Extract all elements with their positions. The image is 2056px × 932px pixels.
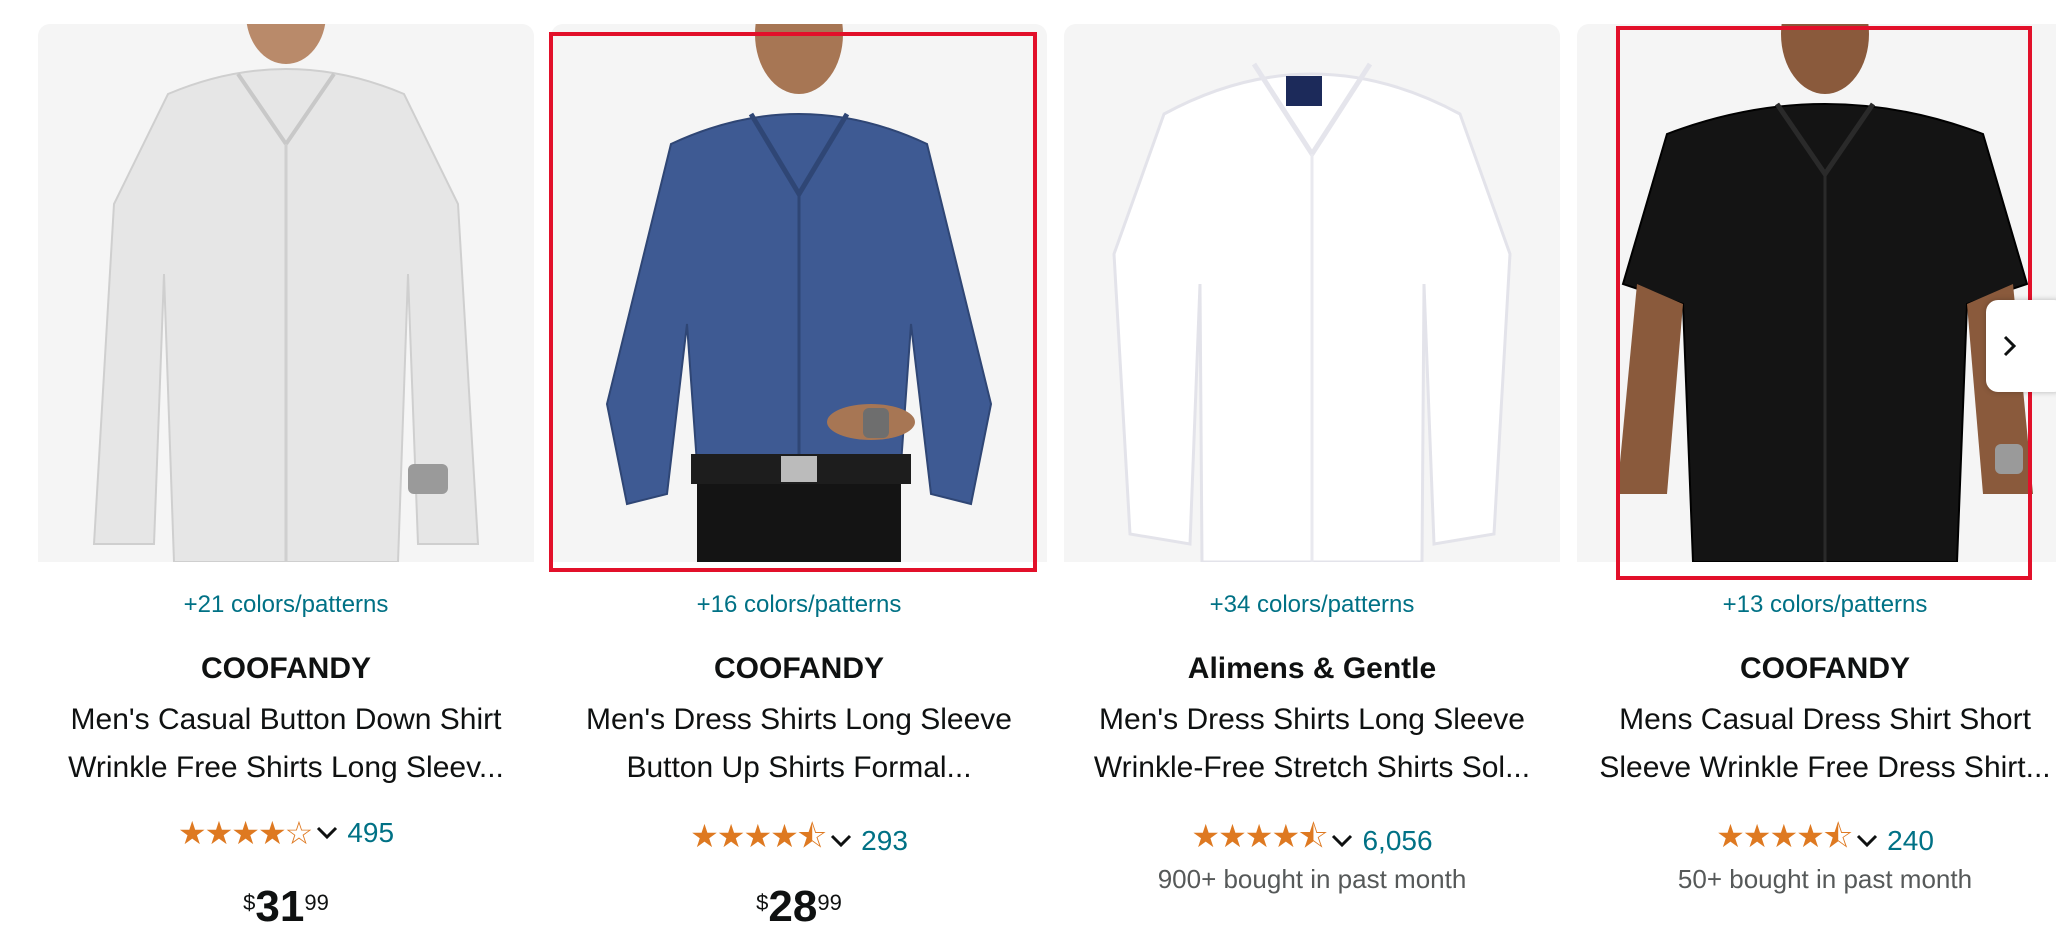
product-title-line: Sleeve Wrinkle Free Dress Shirt... bbox=[1599, 751, 2051, 784]
price-symbol: $ bbox=[243, 890, 256, 915]
star-rating[interactable]: ★★★★⯪ bbox=[1716, 814, 1853, 868]
product-card[interactable]: +13 colors/patterns COOFANDY Mens Casual… bbox=[1577, 24, 2056, 904]
product-image[interactable] bbox=[1577, 24, 2056, 562]
rating-row: ★★★★☆ 495 bbox=[38, 814, 534, 852]
price-fraction: 99 bbox=[817, 890, 842, 915]
product-image[interactable] bbox=[551, 24, 1047, 562]
product-title-line: Men's Dress Shirts Long Sleeve bbox=[586, 703, 1012, 736]
review-count-link[interactable]: 293 bbox=[861, 825, 908, 857]
star-rating[interactable]: ★★★★☆ bbox=[178, 814, 313, 852]
review-count-link[interactable]: 240 bbox=[1887, 825, 1934, 857]
product-title-line: Wrinkle-Free Stretch Shirts Sol... bbox=[1093, 751, 1531, 784]
price-whole: 28 bbox=[768, 882, 818, 931]
brand-name: COOFANDY bbox=[200, 652, 371, 685]
product-title-line: Button Up Shirts Formal... bbox=[626, 751, 972, 784]
product-image[interactable] bbox=[1064, 24, 1560, 562]
star-rating[interactable]: ★★★★⯪ bbox=[690, 814, 827, 868]
rating-row: ★★★★⯪ 240 bbox=[1577, 814, 2056, 868]
color-options-link[interactable]: +13 colors/patterns bbox=[1577, 591, 2056, 619]
product-title-line: Wrinkle Free Shirts Long Sleev... bbox=[68, 751, 504, 784]
product-title-line: Men's Dress Shirts Long Sleeve bbox=[1099, 703, 1525, 736]
color-options-link[interactable]: +16 colors/patterns bbox=[551, 591, 1047, 619]
chevron-down-icon[interactable] bbox=[1330, 833, 1354, 849]
price: $3199 bbox=[38, 882, 534, 932]
bought-in-past-month: 50+ bought in past month bbox=[1677, 864, 1973, 894]
price: $2899 bbox=[551, 882, 1047, 932]
product-card[interactable]: +21 colors/patterns COOFANDY Men's Casua… bbox=[38, 24, 534, 931]
product-title[interactable]: Men's Dress Shirts Long Sleeve Button Up… bbox=[561, 696, 1037, 792]
product-title[interactable]: Mens Casual Dress Shirt Short Sleeve Wri… bbox=[1587, 696, 2056, 792]
chevron-down-icon[interactable] bbox=[315, 825, 339, 841]
chevron-right-icon bbox=[2003, 335, 2017, 357]
review-count-link[interactable]: 495 bbox=[347, 817, 394, 849]
brand-name: COOFANDY bbox=[713, 652, 884, 685]
color-options-link[interactable]: +34 colors/patterns bbox=[1064, 591, 1560, 619]
bought-in-past-month: 900+ bought in past month bbox=[1157, 864, 1467, 894]
price-fraction: 99 bbox=[304, 890, 329, 915]
price-symbol: $ bbox=[756, 890, 769, 915]
product-title-line: Men's Casual Button Down Shirt bbox=[70, 703, 502, 736]
chevron-down-icon[interactable] bbox=[1855, 833, 1879, 849]
rating-row: ★★★★⯪ 6,056 bbox=[1064, 814, 1560, 868]
product-title[interactable]: Men's Casual Button Down Shirt Wrinkle F… bbox=[48, 696, 524, 792]
product-title[interactable]: Men's Dress Shirts Long Sleeve Wrinkle-F… bbox=[1074, 696, 1550, 792]
rating-row: ★★★★⯪ 293 bbox=[551, 814, 1047, 868]
product-image[interactable] bbox=[38, 24, 534, 562]
star-rating[interactable]: ★★★★⯪ bbox=[1191, 814, 1328, 868]
brand-name: Alimens & Gentle bbox=[1187, 652, 1437, 685]
review-count-link[interactable]: 6,056 bbox=[1362, 825, 1432, 857]
color-options-link[interactable]: +21 colors/patterns bbox=[38, 591, 534, 619]
brand-name: COOFANDY bbox=[1739, 652, 1910, 685]
carousel-next-button[interactable] bbox=[1986, 300, 2056, 392]
price-whole: 31 bbox=[255, 882, 305, 931]
chevron-down-icon[interactable] bbox=[829, 833, 853, 849]
product-title-line: Mens Casual Dress Shirt Short bbox=[1619, 703, 2031, 736]
product-card[interactable]: +16 colors/patterns COOFANDY Men's Dress… bbox=[551, 24, 1047, 931]
product-card[interactable]: +34 colors/patterns Alimens & Gentle Men… bbox=[1064, 24, 1560, 904]
